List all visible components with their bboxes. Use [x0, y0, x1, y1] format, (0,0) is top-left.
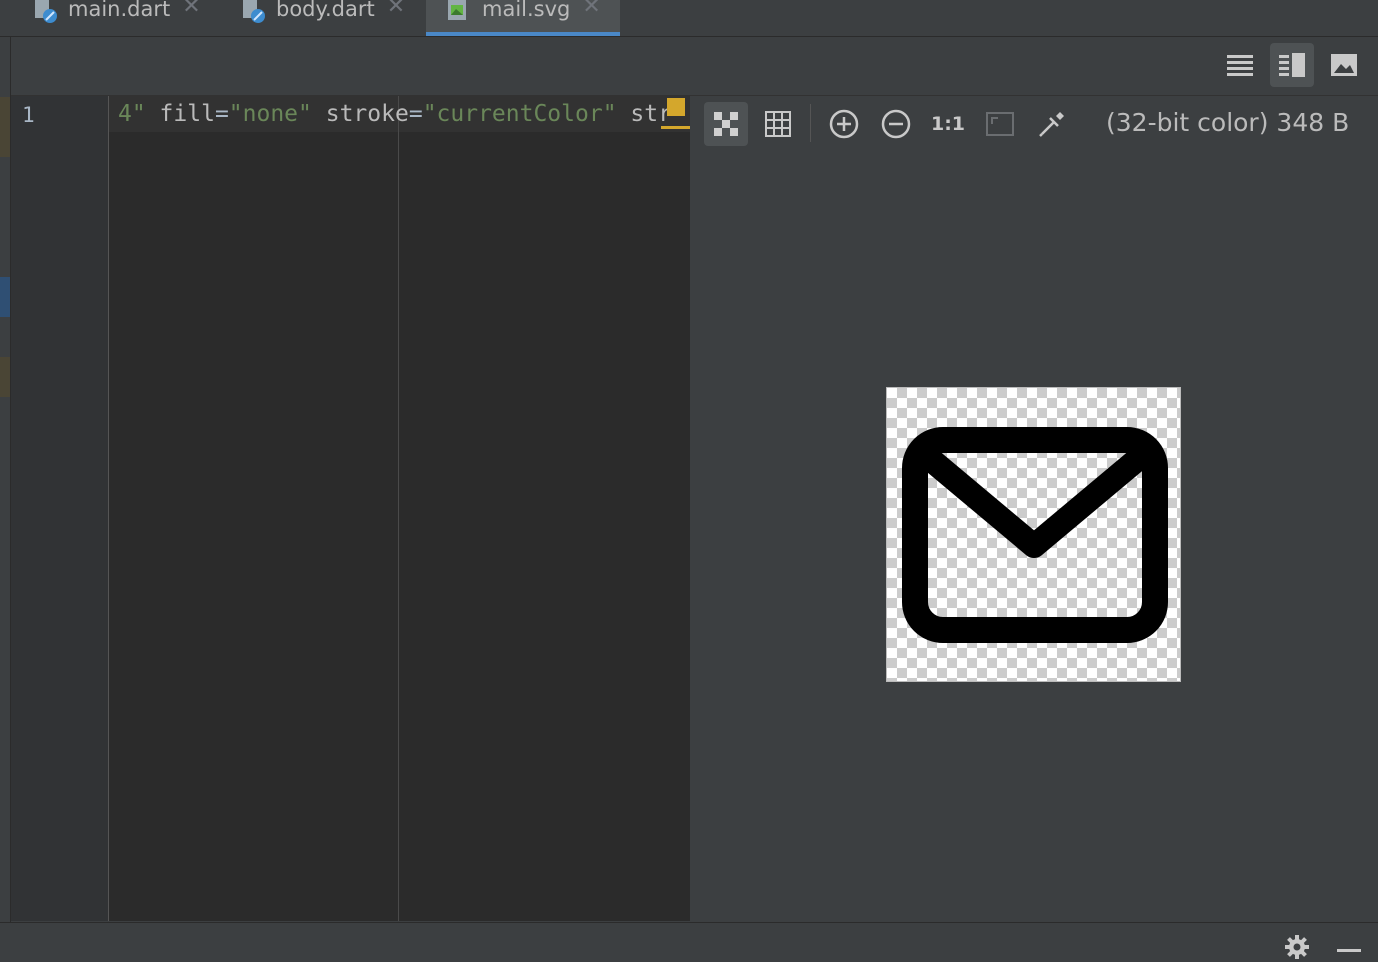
split-view-icon	[1279, 53, 1305, 77]
zoom-out-icon	[881, 109, 911, 139]
fit-to-window-icon	[986, 112, 1014, 136]
zoom-out-button[interactable]	[874, 102, 918, 146]
tab-main-dart[interactable]: main.dart ✕	[32, 0, 222, 36]
chessboard-toggle-button[interactable]	[704, 102, 748, 146]
color-picker-button[interactable]	[1030, 102, 1074, 146]
bottom-tool-window-bar	[0, 922, 1378, 957]
code-token: stroke	[325, 101, 409, 127]
code-token: "currentColor"	[422, 101, 631, 127]
tab-label: main.dart	[68, 0, 171, 21]
bookmark-marker	[0, 277, 10, 317]
tab-label: mail.svg	[482, 0, 571, 21]
warning-marker	[667, 98, 685, 116]
minimize-icon	[1337, 949, 1361, 952]
code-token: fill	[159, 101, 215, 127]
actual-size-button[interactable]: 1:1	[926, 102, 970, 146]
dart-file-icon	[240, 0, 268, 24]
code-editor[interactable]: 4" fill="none" stroke="currentColor" str	[109, 96, 690, 921]
code-token: =	[408, 101, 423, 127]
zoom-in-button[interactable]	[822, 102, 866, 146]
left-tool-strip	[0, 37, 11, 922]
code-token: "none"	[228, 101, 326, 127]
svg-image-preview	[886, 387, 1181, 682]
settings-button[interactable]	[1282, 932, 1312, 962]
warning-underline	[661, 126, 690, 129]
zoom-in-icon	[829, 109, 859, 139]
toolbar-separator	[810, 104, 811, 142]
close-icon[interactable]: ✕	[182, 0, 200, 18]
code-token: 4"	[118, 101, 160, 127]
grid-icon	[765, 111, 791, 137]
chessboard-icon	[714, 112, 738, 136]
mail-icon	[902, 427, 1168, 643]
eyedropper-icon	[1039, 112, 1064, 137]
hide-panel-button[interactable]	[1334, 932, 1364, 962]
code-token: =	[214, 101, 229, 127]
editor-only-mode-button[interactable]	[1218, 43, 1262, 87]
fit-zoom-button[interactable]	[978, 102, 1022, 146]
line-number: 1	[22, 103, 35, 127]
change-marker	[0, 97, 10, 157]
right-margin-guide	[398, 96, 399, 921]
close-icon[interactable]: ✕	[582, 0, 600, 18]
preview-only-mode-button[interactable]	[1322, 43, 1366, 87]
dart-file-icon	[32, 0, 60, 24]
close-icon[interactable]: ✕	[387, 0, 405, 18]
tab-body-dart[interactable]: body.dart ✕	[240, 0, 426, 36]
code-line[interactable]: 4" fill="none" stroke="currentColor" str	[118, 101, 672, 127]
tab-label: body.dart	[276, 0, 375, 21]
line-number-gutter	[11, 96, 108, 921]
lines-icon	[1227, 55, 1253, 76]
editor-tab-bar: main.dart ✕ body.dart ✕ mail.svg ✕	[0, 0, 1378, 37]
code-token: str	[630, 101, 672, 127]
gear-icon	[1285, 935, 1309, 959]
image-info-label: (32-bit color) 348 B	[1106, 108, 1350, 137]
change-marker	[0, 357, 10, 397]
grid-toggle-button[interactable]	[756, 102, 800, 146]
editor-toolbar	[11, 37, 1378, 96]
image-icon	[1331, 54, 1357, 76]
editor-and-preview-mode-button[interactable]	[1270, 43, 1314, 87]
tab-mail-svg[interactable]: mail.svg ✕	[426, 0, 620, 36]
image-file-icon	[446, 0, 474, 24]
